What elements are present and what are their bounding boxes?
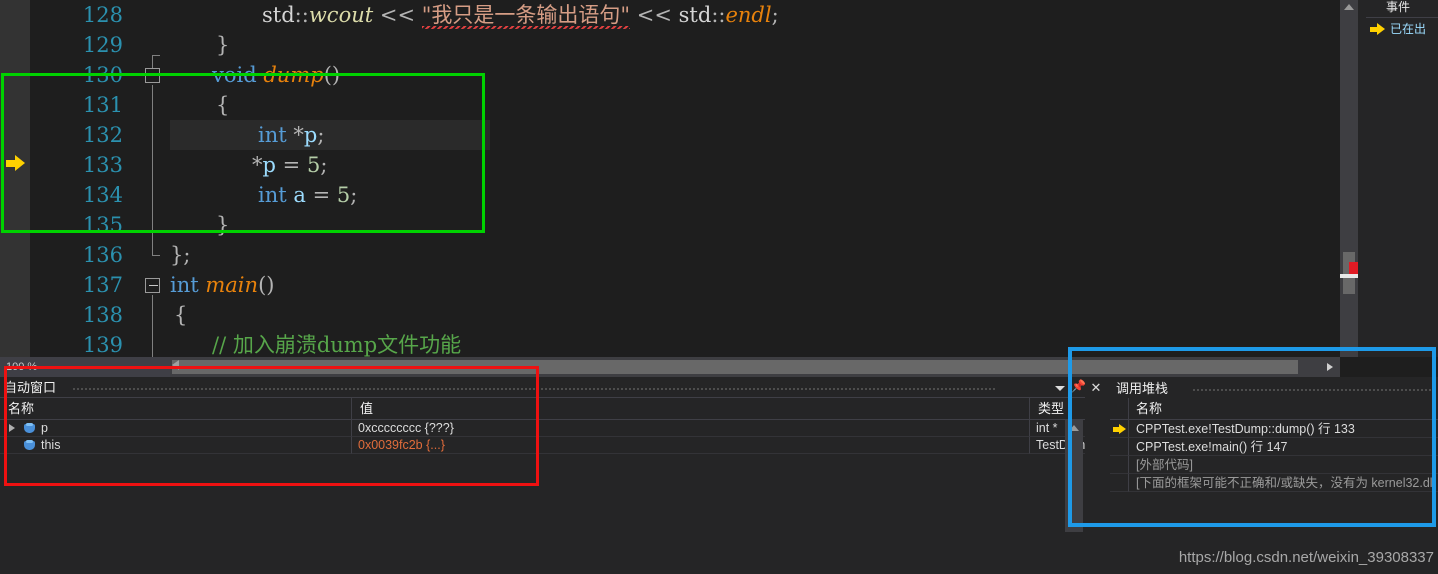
row-name-cell[interactable]: p	[0, 420, 352, 437]
code-row[interactable]: {	[170, 300, 1340, 330]
outline-collapse-toggle[interactable]	[145, 278, 160, 293]
line-number: 128	[82, 3, 123, 27]
frame-label: CPPTest.exe!TestDump::dump() 行 133	[1129, 420, 1438, 438]
pin-icon[interactable]	[1071, 379, 1086, 395]
outline-bracket	[152, 255, 160, 256]
watermark: https://blog.csdn.net/weixin_39308337	[1178, 549, 1434, 566]
line-number-gutter: 128 129 130 131 132 133 134 135 136 137 …	[30, 0, 135, 357]
code-row[interactable]: {	[170, 90, 1340, 120]
variable-value[interactable]: 0x0039fc2b {...}	[352, 437, 1030, 454]
expander-icon[interactable]	[9, 424, 15, 432]
line-number: 131	[82, 93, 123, 117]
line-number: 138	[82, 303, 123, 327]
debugger-bottom-area: 自动窗口 ✕ 名称 值 类型 p 0xcccccccc {???} int *	[0, 377, 1438, 574]
scrollbar-caret-marker	[1340, 274, 1358, 278]
code-editor[interactable]: 128 129 130 131 132 133 134 135 136 137 …	[0, 0, 1340, 357]
call-stack-frame[interactable]: [下面的框架可能不正确和/或缺失，没有为 kernel32.dll 加	[1110, 474, 1438, 492]
column-header-name[interactable]: 名称	[0, 398, 352, 420]
call-stack-title: 调用堆栈	[1116, 381, 1169, 396]
variable-icon	[24, 423, 35, 433]
table-row[interactable]: p 0xcccccccc {???} int *	[0, 420, 1085, 437]
column-header-name[interactable]: 名称	[1129, 398, 1162, 420]
execution-pointer-icon	[1113, 424, 1126, 435]
frame-gutter	[1110, 438, 1129, 456]
table-row[interactable]: this 0x0039fc2b {...} TestDum	[0, 437, 1085, 454]
autos-column-headers: 名称 值 类型	[0, 398, 1085, 420]
scrollbar-error-marker	[1349, 262, 1358, 274]
code-row[interactable]: // 加入崩溃dump文件功能	[170, 330, 1340, 357]
chevron-down-icon[interactable]	[1053, 381, 1067, 395]
frame-gutter	[1110, 420, 1129, 438]
outlining-margin[interactable]	[135, 0, 170, 357]
editor-horizontal-scrollbar[interactable]	[170, 357, 1320, 377]
variable-value[interactable]: 0xcccccccc {???}	[352, 420, 1030, 437]
code-comment: // 加入崩溃dump文件功能	[212, 333, 462, 357]
autos-title: 自动窗口	[4, 380, 57, 395]
close-icon[interactable]: ✕	[1089, 381, 1103, 395]
frame-label: [外部代码]	[1129, 456, 1438, 474]
frame-gutter	[1110, 474, 1129, 492]
code-row[interactable]: };	[170, 240, 1340, 270]
code-row-current[interactable]: *p = 5;	[170, 150, 1340, 180]
outline-bracket	[152, 55, 160, 56]
editor-right-edge	[1358, 0, 1366, 357]
call-stack-frame[interactable]: CPPTest.exe!main() 行 147	[1110, 438, 1438, 456]
events-panel-row[interactable]: 已在出	[1366, 20, 1438, 38]
title-bar-grip	[1192, 388, 1434, 391]
code-row[interactable]: }	[170, 30, 1340, 60]
outline-guide	[152, 85, 153, 255]
column-header-type[interactable]: 类型	[1030, 398, 1085, 420]
code-row[interactable]: void dump()	[170, 60, 1340, 90]
scrollbar-thumb[interactable]	[172, 360, 1298, 374]
editor-zoom-control[interactable]: 100 % –	[0, 357, 170, 377]
execution-pointer-icon	[6, 155, 25, 171]
events-panel[interactable]: 事件 已在出	[1366, 0, 1438, 357]
frame-label: [下面的框架可能不正确和/或缺失，没有为 kernel32.dll 加	[1129, 474, 1438, 492]
line-number: 135	[82, 213, 123, 237]
gutter-header	[1110, 398, 1129, 420]
variable-name: this	[41, 438, 61, 452]
line-number: 133	[82, 153, 123, 177]
line-number: 139	[82, 333, 123, 357]
variable-icon	[24, 440, 35, 450]
scroll-right-arrow-icon[interactable]	[1320, 357, 1340, 377]
line-number: 130	[82, 63, 123, 87]
call-stack-frame[interactable]: [外部代码]	[1110, 456, 1438, 474]
row-name-cell[interactable]: this	[0, 437, 352, 454]
events-panel-title: 事件	[1366, 0, 1438, 16]
autos-vertical-scrollbar[interactable]	[1065, 420, 1083, 532]
line-number: 134	[82, 183, 123, 207]
line-number: 132	[82, 123, 123, 147]
code-row[interactable]: }	[170, 210, 1340, 240]
column-header-value[interactable]: 值	[352, 398, 1030, 420]
scroll-up-arrow-icon[interactable]	[1344, 4, 1354, 10]
line-number: 137	[82, 273, 123, 297]
call-stack-frame-current[interactable]: CPPTest.exe!TestDump::dump() 行 133	[1110, 420, 1438, 438]
scroll-left-arrow-icon[interactable]	[172, 360, 179, 370]
visual-studio-debugger-window: 128 129 130 131 132 133 134 135 136 137 …	[0, 0, 1438, 574]
title-bar-grip	[72, 387, 995, 390]
autos-window[interactable]: 自动窗口 ✕ 名称 值 类型 p 0xcccccccc {???} int *	[0, 377, 1101, 532]
line-number: 136	[82, 243, 123, 267]
variable-name: p	[41, 421, 48, 435]
code-row[interactable]: int main()	[170, 270, 1340, 300]
code-row-highlighted[interactable]: int *p;	[170, 120, 490, 150]
frame-gutter	[1110, 456, 1129, 474]
autos-title-bar: 自动窗口 ✕	[0, 377, 1101, 398]
outline-guide	[152, 295, 153, 357]
code-row[interactable]: std::wcout << "我只是一条输出语句" << std::endl;	[170, 0, 1340, 31]
zoom-level-label: 100 %	[6, 361, 38, 373]
zoom-separator: –	[63, 361, 70, 373]
code-row[interactable]: int a = 5;	[170, 180, 1340, 210]
code-text-area[interactable]: std::wcout << "我只是一条输出语句" << std::endl; …	[170, 0, 1340, 357]
editor-vertical-scrollbar[interactable]	[1340, 0, 1358, 357]
call-stack-window[interactable]: 调用堆栈 名称 CPPTest.exe!TestDump::dump() 行 1…	[1110, 377, 1438, 532]
outline-collapse-toggle[interactable]	[145, 68, 160, 83]
divider	[1366, 17, 1438, 18]
call-stack-column-headers: 名称	[1110, 398, 1438, 420]
line-number: 129	[82, 33, 123, 57]
breakpoint-margin[interactable]	[0, 0, 30, 357]
frame-label: CPPTest.exe!main() 行 147	[1129, 438, 1438, 456]
